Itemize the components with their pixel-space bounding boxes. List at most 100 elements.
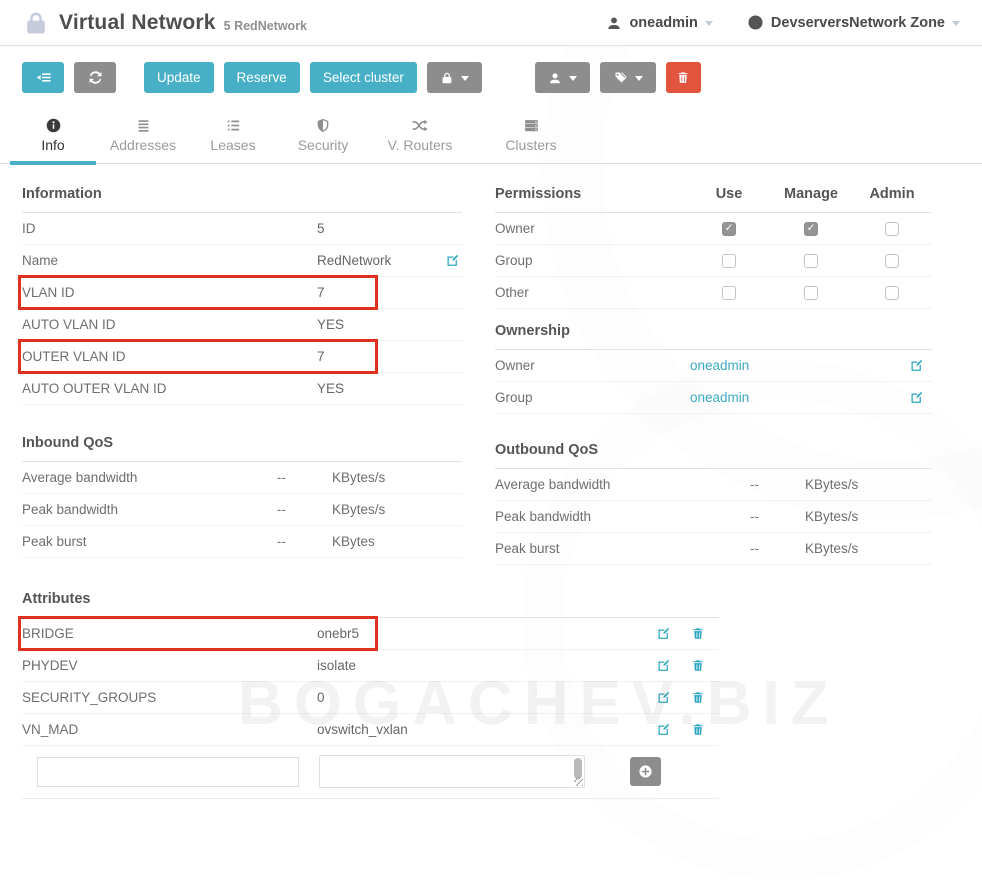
- bars-icon: [135, 117, 152, 134]
- row-label: Group: [495, 390, 690, 405]
- edit-icon: [909, 358, 924, 373]
- row-label: Peak burst: [495, 541, 750, 556]
- edit-name-button[interactable]: [445, 253, 462, 268]
- permissions-col-use: Use: [688, 186, 770, 202]
- user-icon: [606, 15, 622, 31]
- chevron-down-icon: [635, 76, 643, 81]
- edit-owner-button[interactable]: [909, 358, 932, 373]
- permissions-header: Permissions Use Manage Admin: [495, 174, 932, 213]
- checkbox-group-manage[interactable]: [804, 254, 818, 268]
- delete-attribute-button[interactable]: [691, 626, 705, 641]
- checkbox-owner-manage[interactable]: [804, 222, 818, 236]
- row-value: --: [750, 509, 805, 524]
- owner-link[interactable]: oneadmin: [690, 358, 749, 373]
- tab-clusters[interactable]: Clusters: [500, 111, 562, 163]
- checkbox-owner-use[interactable]: [722, 222, 736, 236]
- row-label: Group: [495, 253, 688, 268]
- reserve-button[interactable]: Reserve: [224, 62, 300, 93]
- row-unit: KBytes/s: [332, 502, 385, 517]
- tab-security[interactable]: Security: [292, 111, 354, 163]
- row-label: Other: [495, 285, 688, 300]
- lock-dropdown-button[interactable]: [427, 62, 482, 93]
- group-link[interactable]: oneadmin: [690, 390, 749, 405]
- edit-attribute-button[interactable]: [656, 658, 671, 673]
- outbound-qos-section-title: Outbound QoS: [495, 430, 932, 469]
- delete-attribute-button[interactable]: [691, 658, 705, 673]
- add-attribute-button[interactable]: [630, 757, 661, 786]
- new-attribute-value-input[interactable]: [319, 755, 585, 788]
- plus-circle-icon: [637, 763, 654, 780]
- table-row-group: Group oneadmin: [495, 382, 932, 414]
- checkbox-group-admin[interactable]: [885, 254, 899, 268]
- checkbox-other-manage[interactable]: [804, 286, 818, 300]
- table-row-other-permissions: Other: [495, 277, 932, 309]
- back-to-list-button[interactable]: [22, 62, 64, 93]
- owner-dropdown-button[interactable]: [535, 62, 590, 93]
- table-row-id: ID 5: [22, 213, 462, 245]
- row-label: VLAN ID: [22, 285, 317, 300]
- edit-icon: [445, 253, 460, 268]
- row-value: YES: [317, 381, 344, 396]
- user-menu[interactable]: oneadmin: [606, 15, 712, 31]
- row-unit: KBytes/s: [805, 541, 858, 556]
- checkbox-other-admin[interactable]: [885, 286, 899, 300]
- edit-icon: [656, 690, 671, 705]
- tab-leases[interactable]: Leases: [202, 111, 264, 163]
- row-label: Average bandwidth: [22, 470, 277, 485]
- row-value: RedNetwork: [317, 253, 391, 268]
- zone-name: DevserversNetwork Zone: [771, 15, 945, 31]
- delete-button[interactable]: [666, 62, 701, 93]
- globe-icon: [747, 14, 764, 31]
- table-row-security-groups: SECURITY_GROUPS 0: [22, 682, 719, 714]
- new-attribute-name-input[interactable]: [37, 757, 299, 787]
- tab-vrouters[interactable]: V. Routers: [382, 111, 458, 163]
- labels-dropdown-button[interactable]: [600, 62, 656, 93]
- tags-icon: [613, 70, 628, 85]
- table-row-owner-permissions: Owner: [495, 213, 932, 245]
- refresh-button[interactable]: [74, 62, 116, 93]
- attributes-section-title: Attributes: [22, 579, 719, 618]
- server-icon: [523, 117, 540, 134]
- user-icon: [548, 71, 562, 85]
- zone-menu[interactable]: DevserversNetwork Zone: [747, 14, 960, 31]
- edit-icon: [656, 722, 671, 737]
- table-row-outer-vlan-id: OUTER VLAN ID 7: [22, 341, 462, 373]
- edit-attribute-button[interactable]: [656, 690, 671, 705]
- edit-attribute-button[interactable]: [656, 626, 671, 641]
- right-column: Permissions Use Manage Admin Owner Group…: [495, 174, 932, 565]
- edit-group-button[interactable]: [909, 390, 932, 405]
- row-value: --: [277, 470, 332, 485]
- back-list-icon: [35, 69, 52, 86]
- row-label: Peak bandwidth: [495, 509, 750, 524]
- tab-addresses[interactable]: Addresses: [112, 111, 174, 163]
- row-label: Name: [22, 253, 317, 268]
- update-button[interactable]: Update: [144, 62, 214, 93]
- list-icon: [225, 117, 242, 134]
- table-row-bridge: BRIDGE onebr5: [22, 618, 719, 650]
- edit-icon: [656, 626, 671, 641]
- permissions-section-title: Permissions: [495, 186, 688, 202]
- checkbox-owner-admin[interactable]: [885, 222, 899, 236]
- row-label: OUTER VLAN ID: [22, 349, 317, 364]
- row-label: ID: [22, 221, 317, 236]
- delete-attribute-button[interactable]: [691, 722, 705, 737]
- row-value: 0: [317, 690, 656, 705]
- checkbox-other-use[interactable]: [722, 286, 736, 300]
- select-cluster-button[interactable]: Select cluster: [310, 62, 417, 93]
- row-value: YES: [317, 317, 344, 332]
- edit-icon: [656, 658, 671, 673]
- row-value: --: [277, 502, 332, 517]
- table-row-qos: Average bandwidth -- KBytes/s: [495, 469, 932, 501]
- delete-attribute-button[interactable]: [691, 690, 705, 705]
- edit-attribute-button[interactable]: [656, 722, 671, 737]
- edit-icon: [909, 390, 924, 405]
- add-attribute-row: [22, 746, 719, 799]
- table-row-qos: Peak burst -- KBytes/s: [495, 533, 932, 565]
- attributes-section: Attributes BRIDGE onebr5 PHYDEV isolate: [22, 579, 719, 799]
- row-label: SECURITY_GROUPS: [22, 690, 317, 705]
- tab-info[interactable]: Info: [22, 111, 84, 163]
- table-row-qos: Peak bandwidth -- KBytes/s: [495, 501, 932, 533]
- page-title: Virtual Network: [59, 11, 216, 35]
- checkbox-group-use[interactable]: [722, 254, 736, 268]
- table-row-auto-outer-vlan-id: AUTO OUTER VLAN ID YES: [22, 373, 462, 405]
